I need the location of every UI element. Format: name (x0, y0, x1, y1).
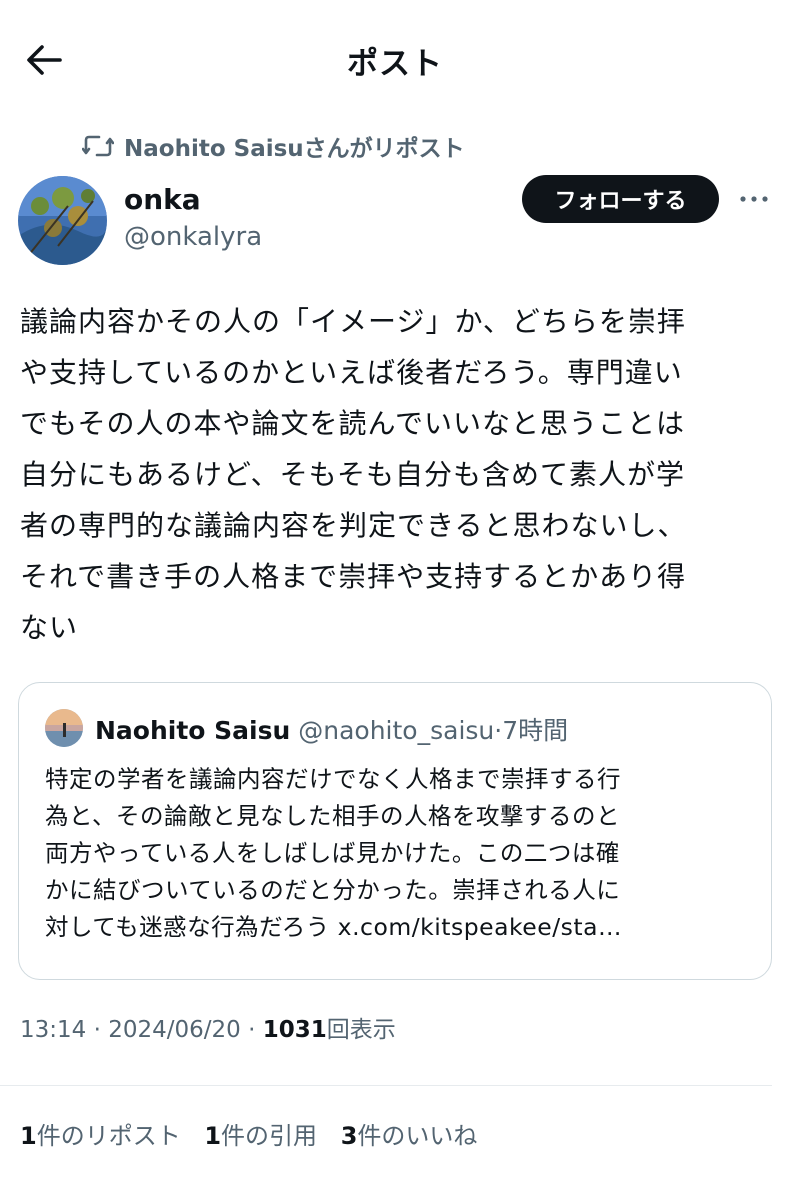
post-line: ない (20, 611, 79, 644)
quote-section: Naohito Saisu @naohito_saisu·7時間 特定の学者を議… (0, 682, 790, 1000)
views-label: 回表示 (326, 1017, 396, 1043)
page-title: ポスト (347, 46, 443, 82)
post-time[interactable]: 13:14 (20, 1017, 86, 1043)
quotes-label: 件の引用 (221, 1122, 318, 1150)
post-text: 議論内容かその人の「イメージ」か、どちらを崇拝 や支持しているのかといえば後者だ… (0, 278, 790, 682)
post-date[interactable]: 2024/06/20 (108, 1017, 241, 1043)
top-bar: ポスト (0, 0, 790, 118)
views-count: 1031 (262, 1017, 327, 1043)
post-line: でもその人の本や論文を読んでいいなと思うことは (20, 407, 686, 440)
post-line: 議論内容かその人の「イメージ」か、どちらを崇拝 (20, 305, 686, 338)
repost-indicator[interactable]: Naohito Saisuさんがリポスト (0, 118, 790, 173)
likes-count: 3 (340, 1122, 358, 1150)
post-line: や支持しているのかといえば後者だろう。専門違い (20, 356, 683, 389)
post-line: 自分にもあるけど、そもそも自分も含めて素人が学 (20, 458, 686, 491)
reposts-stat[interactable]: 1件のリポスト (20, 1122, 181, 1150)
more-button[interactable] (738, 187, 770, 211)
quote-header: Naohito Saisu @naohito_saisu·7時間 (95, 711, 568, 747)
reposts-count: 1 (20, 1122, 37, 1150)
quote-author-handle[interactable]: @naohito_saisu (298, 716, 494, 745)
quoted-post-card[interactable]: Naohito Saisu @naohito_saisu·7時間 特定の学者を議… (18, 682, 772, 980)
quotes-stat[interactable]: 1件の引用 (204, 1122, 317, 1150)
repost-text: Naohito Saisuさんがリポスト (124, 135, 465, 162)
meta-separator: · (86, 1017, 109, 1043)
quote-author-name[interactable]: Naohito Saisu (95, 716, 290, 745)
engagement-stats: 1件のリポスト 1件の引用 3件のいいね (0, 1086, 790, 1200)
meta-separator: · (240, 1017, 263, 1043)
likes-stat[interactable]: 3件のいいね (341, 1122, 478, 1150)
quote-avatar[interactable] (45, 709, 83, 747)
author-row: onka @onkalyra フォローする (0, 173, 790, 278)
quote-line: 両方やっている人をしばしば見かけた。この二つは確 (45, 839, 620, 867)
quote-line: 為と、その論敵と見なした相手の人格を攻撃するのと (45, 802, 621, 830)
author-display-name[interactable]: onka (124, 183, 201, 216)
quote-line: 対しても迷惑な行為だろう x.com/kitspeakee/sta… (45, 913, 622, 941)
post-line: 者の専門的な議論内容を判定できると思わないし、 (20, 509, 687, 542)
quote-timestamp: 7時間 (502, 716, 569, 745)
more-horizontal-icon (740, 196, 768, 202)
likes-label: 件のいいね (357, 1122, 478, 1150)
quote-text: 特定の学者を議論内容だけでなく人格まで崇拝する行 為と、その論敵と見なした相手の… (45, 761, 745, 946)
avatar[interactable] (18, 176, 107, 265)
quote-line: かに結びついているのだと分かった。崇拝される人に (45, 876, 621, 904)
quote-line: 特定の学者を議論内容だけでなく人格まで崇拝する行 (45, 765, 621, 793)
reposts-label: 件のリポスト (36, 1122, 181, 1150)
follow-button[interactable]: フォローする (522, 175, 719, 223)
quotes-count: 1 (204, 1122, 222, 1150)
author-handle[interactable]: @onkalyra (124, 222, 262, 252)
repost-icon (82, 135, 114, 156)
post-line: それで書き手の人格まで崇拝や支持するとかあり得 (20, 560, 687, 593)
post-meta: 13:14 · 2024/06/20 · 1031回表示 (0, 1000, 772, 1086)
